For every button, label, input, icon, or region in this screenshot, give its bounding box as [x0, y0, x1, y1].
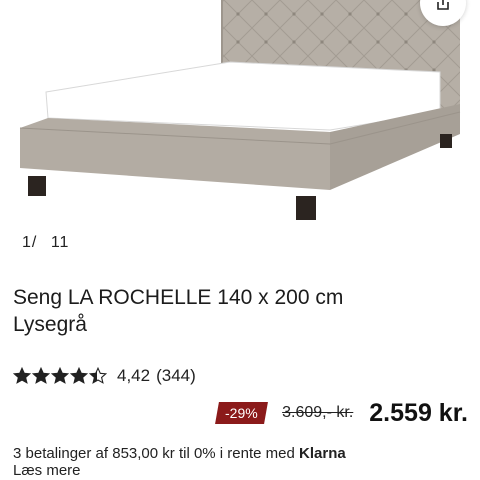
pager-current: 1 [22, 234, 32, 251]
installment-text: 3 betalinger af 853,00 kr til 0% i rente… [13, 445, 295, 462]
price-row: -29% 3.609,- kr. 2.559 kr. [215, 398, 468, 428]
product-image[interactable] [0, 0, 480, 228]
mattress [45, 61, 441, 131]
installment-info: 3 betalinger af 853,00 kr til 0% i rente… [13, 444, 346, 463]
bed-frame [20, 118, 330, 190]
product-title: Seng LA ROCHELLE 140 x 200 cm Lysegrå [13, 284, 453, 338]
discount-label: -29% [225, 405, 259, 421]
bed-leg [28, 176, 46, 196]
bed-leg [296, 196, 316, 220]
pager-total: 11 [50, 234, 70, 251]
old-price: 3.609,- kr. [282, 404, 354, 421]
share-icon [437, 0, 449, 10]
star-icon [13, 367, 31, 384]
star-rating [13, 367, 107, 385]
pager-separator: / [31, 234, 38, 251]
image-pager: 1/ 11 [22, 234, 69, 252]
rating-value: 4,42 [117, 366, 151, 385]
bed-leg [440, 134, 452, 148]
review-count[interactable]: (344) [156, 366, 196, 386]
product-title-line2: Lysegrå [13, 313, 87, 336]
discount-badge: -29% [215, 402, 269, 424]
product-title-line1: Seng LA ROCHELLE 140 x 200 cm [13, 286, 344, 309]
product-rating[interactable]: 4,42 (344) [13, 366, 196, 386]
read-more-link[interactable]: Læs mere [13, 462, 81, 479]
star-icon [51, 367, 69, 384]
star-icon [32, 367, 50, 384]
klarna-label: Klarna [299, 445, 346, 462]
bed-illustration [19, 0, 461, 220]
star-icon [89, 367, 107, 384]
current-price: 2.559 kr. [369, 398, 468, 427]
star-icon [70, 367, 88, 384]
